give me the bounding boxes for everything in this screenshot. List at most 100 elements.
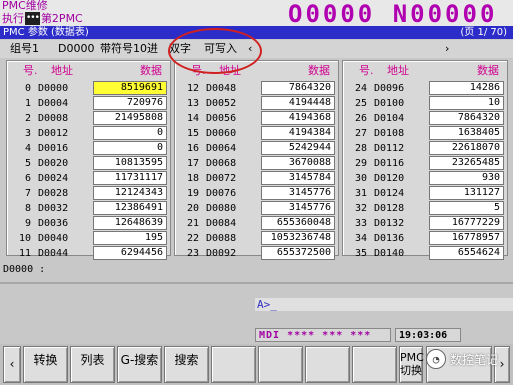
row-address: D0140 <box>374 248 405 259</box>
data-cell[interactable]: 655360048 <box>261 216 335 230</box>
data-cell[interactable]: 6294456 <box>93 246 167 260</box>
data-cell[interactable]: 7864320 <box>261 81 335 95</box>
data-cell[interactable]: 10 <box>429 96 504 110</box>
row-number: 33 <box>354 218 367 229</box>
table-row: 14 D0056 4194368 <box>175 111 338 126</box>
row-address: D0104 <box>374 113 405 124</box>
table-row: 4 D0016 0 <box>7 141 170 156</box>
column-headers: 号. 地址 数据 <box>343 63 507 79</box>
data-cell[interactable]: 23265485 <box>429 156 504 170</box>
softkey-pmc-switch[interactable]: PMC切换 <box>399 346 424 383</box>
data-cell[interactable]: 10813595 <box>93 156 167 170</box>
row-address: D0056 <box>206 113 237 124</box>
screen-titlebar: PMC 参数 (数据表) (页 1/ 70) <box>0 26 513 39</box>
softkey-blank-6[interactable] <box>258 346 303 383</box>
data-cell[interactable]: 6554624 <box>429 246 504 260</box>
table-row: 3 D0012 0 <box>7 126 170 141</box>
table-row: 31 D0124 131127 <box>343 186 507 201</box>
softkey-list[interactable]: 列表 <box>70 346 115 383</box>
data-cell[interactable]: 655372500 <box>261 246 335 260</box>
softkey-search[interactable]: 搜索 <box>164 346 209 383</box>
row-address: D0008 <box>38 113 69 124</box>
status-bar: MDI **** *** *** 19:03:06 <box>255 328 461 342</box>
row-address: D0116 <box>374 158 405 169</box>
data-cell[interactable]: 195 <box>93 231 167 245</box>
row-number: 3 <box>24 128 31 139</box>
data-cell-selected[interactable]: 8519691 <box>93 81 167 95</box>
data-cell[interactable]: 4194384 <box>261 126 335 140</box>
softkey-blank-7[interactable] <box>305 346 350 383</box>
table-row: 16 D0064 5242944 <box>175 141 338 156</box>
data-cell[interactable]: 3145776 <box>261 201 335 215</box>
data-cell[interactable]: 720976 <box>93 96 167 110</box>
row-address: D0040 <box>38 233 69 244</box>
data-cell[interactable]: 14286 <box>429 81 504 95</box>
data-cell[interactable]: 12124343 <box>93 186 167 200</box>
row-number: 21 <box>186 218 199 229</box>
row-address: D0028 <box>38 188 69 199</box>
table-row: 18 D0072 3145784 <box>175 171 338 186</box>
table-row: 35 D0140 6554624 <box>343 246 507 261</box>
row-number: 35 <box>354 248 367 259</box>
program-number: O0000 N00000 <box>288 0 498 28</box>
softkey-blank-8[interactable] <box>352 346 397 383</box>
row-address: D0112 <box>374 143 405 154</box>
row-number: 19 <box>186 188 199 199</box>
page-indicator: (页 1/ 70) <box>460 27 507 38</box>
data-cell[interactable]: 4194448 <box>261 96 335 110</box>
row-number: 29 <box>354 158 367 169</box>
key-input-buffer[interactable]: A>_ <box>255 298 513 311</box>
data-cell[interactable]: 5 <box>429 201 504 215</box>
data-cell[interactable]: 16777229 <box>429 216 504 230</box>
data-panel-1: 号. 地址 数据 0 D0000 8519691 1 D0004 720976 2 D0008… <box>6 60 171 260</box>
data-cell[interactable]: 131127 <box>429 186 504 200</box>
data-cell[interactable]: 3670088 <box>261 156 335 170</box>
data-panel-2: 号. 地址 数据 12 D0048 7864320 13 D0052 4194448 14 D… <box>174 60 339 260</box>
mode-indicator: 执行 ••• 第2PMC <box>2 12 83 25</box>
row-number: 9 <box>24 218 31 229</box>
row-address: D0080 <box>206 203 237 214</box>
row-address: D0132 <box>374 218 405 229</box>
row-address: D0012 <box>38 128 69 139</box>
data-cell[interactable]: 12386491 <box>93 201 167 215</box>
row-address: D0044 <box>38 248 69 259</box>
data-cell[interactable]: 3145784 <box>261 171 335 185</box>
data-cell[interactable]: 21495808 <box>93 111 167 125</box>
data-cell[interactable]: 11731117 <box>93 171 167 185</box>
data-cell[interactable]: 22618070 <box>429 141 504 155</box>
run-status: 执行 <box>2 12 24 25</box>
row-number: 0 <box>24 83 31 94</box>
data-cell[interactable]: 0 <box>93 126 167 140</box>
data-cell[interactable]: 5242944 <box>261 141 335 155</box>
table-row: 2 D0008 21495808 <box>7 111 170 126</box>
table-row: 5 D0020 10813595 <box>7 156 170 171</box>
data-cell[interactable]: 930 <box>429 171 504 185</box>
data-cell[interactable]: 4194368 <box>261 111 335 125</box>
row-number: 13 <box>186 98 199 109</box>
softkey-blank-5[interactable] <box>211 346 256 383</box>
table-row: 30 D0120 930 <box>343 171 507 186</box>
data-cell[interactable]: 3145776 <box>261 186 335 200</box>
row-number: 23 <box>186 248 199 259</box>
row-address: D0128 <box>374 203 405 214</box>
column-addr: 地址 <box>219 64 241 77</box>
softkey-g-search[interactable]: G-搜索 <box>117 346 162 383</box>
softkey-prev[interactable]: ‹ <box>3 346 21 383</box>
data-cell[interactable]: 0 <box>93 141 167 155</box>
row-number: 1 <box>24 98 31 109</box>
table-row: 8 D0032 12386491 <box>7 201 170 216</box>
data-cell[interactable]: 12648639 <box>93 216 167 230</box>
data-size: 双字 <box>169 42 191 55</box>
write-permission: 可写入 <box>204 42 237 55</box>
row-number: 25 <box>354 98 367 109</box>
data-cell[interactable]: 1053236748 <box>261 231 335 245</box>
table-row: 0 D0000 8519691 <box>7 81 170 96</box>
softkey-convert[interactable]: 转换 <box>23 346 68 383</box>
data-cell[interactable]: 1638405 <box>429 126 504 140</box>
row-address: D0136 <box>374 233 405 244</box>
row-number: 15 <box>186 128 199 139</box>
row-address: D0000 <box>38 83 69 94</box>
right-arrow-icon: › <box>445 42 450 55</box>
data-cell[interactable]: 16778957 <box>429 231 504 245</box>
data-cell[interactable]: 7864320 <box>429 111 504 125</box>
